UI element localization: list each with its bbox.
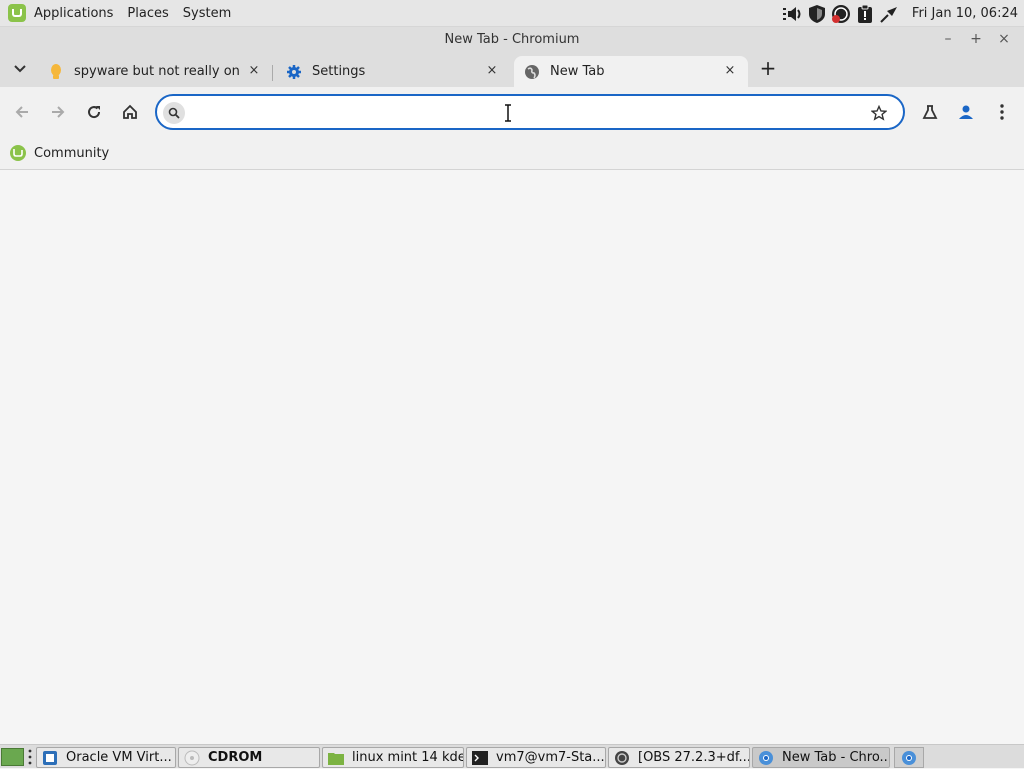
tab-new-tab[interactable]: New Tab × — [514, 56, 748, 87]
tab-close-icon[interactable]: × — [246, 63, 262, 79]
panel-handle-icon — [28, 749, 32, 765]
task-label: linux mint 14 kde — [352, 750, 464, 765]
clock[interactable]: Fri Jan 10, 06:24 — [912, 6, 1018, 21]
task-label: CDROM — [208, 750, 263, 765]
menu-applications[interactable]: Applications — [34, 6, 113, 21]
clipboard-icon[interactable] — [854, 3, 876, 25]
virtualbox-icon — [42, 750, 58, 766]
mint-icon — [10, 145, 26, 161]
chromium-icon — [758, 750, 774, 766]
task-label: vm7@vm7-Sta... — [496, 750, 605, 765]
taskbar-item-terminal[interactable]: vm7@vm7-Sta... — [466, 747, 606, 768]
bookmark-label: Community — [34, 145, 110, 161]
show-desktop-icon[interactable] — [1, 748, 24, 766]
globe-icon — [524, 64, 540, 80]
menu-system[interactable]: System — [183, 6, 231, 21]
address-input[interactable] — [193, 101, 853, 125]
workspace-switcher[interactable] — [894, 747, 924, 768]
tab-close-icon[interactable]: × — [722, 63, 738, 79]
tab-label: New Tab — [550, 64, 605, 79]
home-icon[interactable] — [118, 100, 142, 124]
task-label: Oracle VM Virt... — [66, 750, 172, 765]
tab-strip: spyware but not really on Sc × Settings … — [0, 52, 1024, 87]
tab-close-icon[interactable]: × — [484, 63, 500, 79]
bookmarks-bar: Community — [0, 137, 1024, 170]
tab-divider — [272, 65, 273, 81]
disc-icon — [184, 750, 200, 766]
obs-icon[interactable] — [830, 3, 852, 25]
volume-icon[interactable] — [782, 3, 804, 25]
obs-icon — [614, 750, 630, 766]
window-title: New Tab - Chromium — [444, 32, 580, 47]
bookmark-star-icon[interactable] — [869, 103, 889, 123]
tab-label: Settings — [312, 64, 366, 79]
tab-search-chevron-icon[interactable] — [8, 57, 32, 81]
profile-avatar-icon[interactable] — [954, 100, 978, 124]
back-arrow-icon[interactable] — [10, 100, 34, 124]
gear-icon — [286, 64, 302, 80]
reload-icon[interactable] — [82, 100, 106, 124]
browser-toolbar — [0, 87, 1024, 137]
window-titlebar[interactable]: New Tab - Chromium – + × — [0, 27, 1024, 52]
folder-icon — [328, 750, 344, 766]
taskbar: Oracle VM Virt... CDROM linux mint 14 kd… — [0, 744, 1024, 768]
menu-places[interactable]: Places — [127, 6, 168, 21]
minimize-button[interactable]: – — [938, 29, 958, 49]
taskbar-item-folder[interactable]: linux mint 14 kde — [322, 747, 464, 768]
system-tray: Fri Jan 10, 06:24 — [782, 0, 1024, 27]
tab-spyware[interactable]: spyware but not really on Sc × — [40, 56, 270, 87]
close-window-button[interactable]: × — [994, 29, 1014, 49]
bookmark-community[interactable]: Community — [10, 141, 109, 165]
new-tab-button[interactable]: + — [756, 56, 780, 80]
search-icon — [163, 102, 185, 124]
tab-label: spyware but not really on Sc — [74, 64, 239, 79]
labs-flask-icon[interactable] — [918, 100, 942, 124]
address-bar[interactable] — [155, 94, 905, 130]
maximize-button[interactable]: + — [966, 29, 986, 49]
bulb-icon — [48, 63, 64, 80]
text-cursor-icon — [504, 104, 511, 122]
top-panel: Applications Places System Fri Jan 10, 0… — [0, 0, 1024, 27]
page-content — [0, 170, 1024, 744]
taskbar-item-obs[interactable]: [OBS 27.2.3+df... — [608, 747, 750, 768]
shield-icon[interactable] — [806, 3, 828, 25]
kebab-menu-icon[interactable] — [990, 100, 1014, 124]
task-label: New Tab - Chro... — [782, 750, 890, 765]
task-label: [OBS 27.2.3+df... — [638, 750, 750, 765]
terminal-icon — [472, 750, 488, 766]
tab-settings[interactable]: Settings × — [278, 56, 510, 87]
forward-arrow-icon[interactable] — [46, 100, 70, 124]
network-icon[interactable] — [878, 3, 900, 25]
taskbar-item-virtualbox[interactable]: Oracle VM Virt... — [36, 747, 176, 768]
mint-menu-icon[interactable] — [8, 4, 26, 22]
taskbar-item-cdrom[interactable]: CDROM — [178, 747, 320, 768]
taskbar-item-chromium[interactable]: New Tab - Chro... — [752, 747, 890, 768]
